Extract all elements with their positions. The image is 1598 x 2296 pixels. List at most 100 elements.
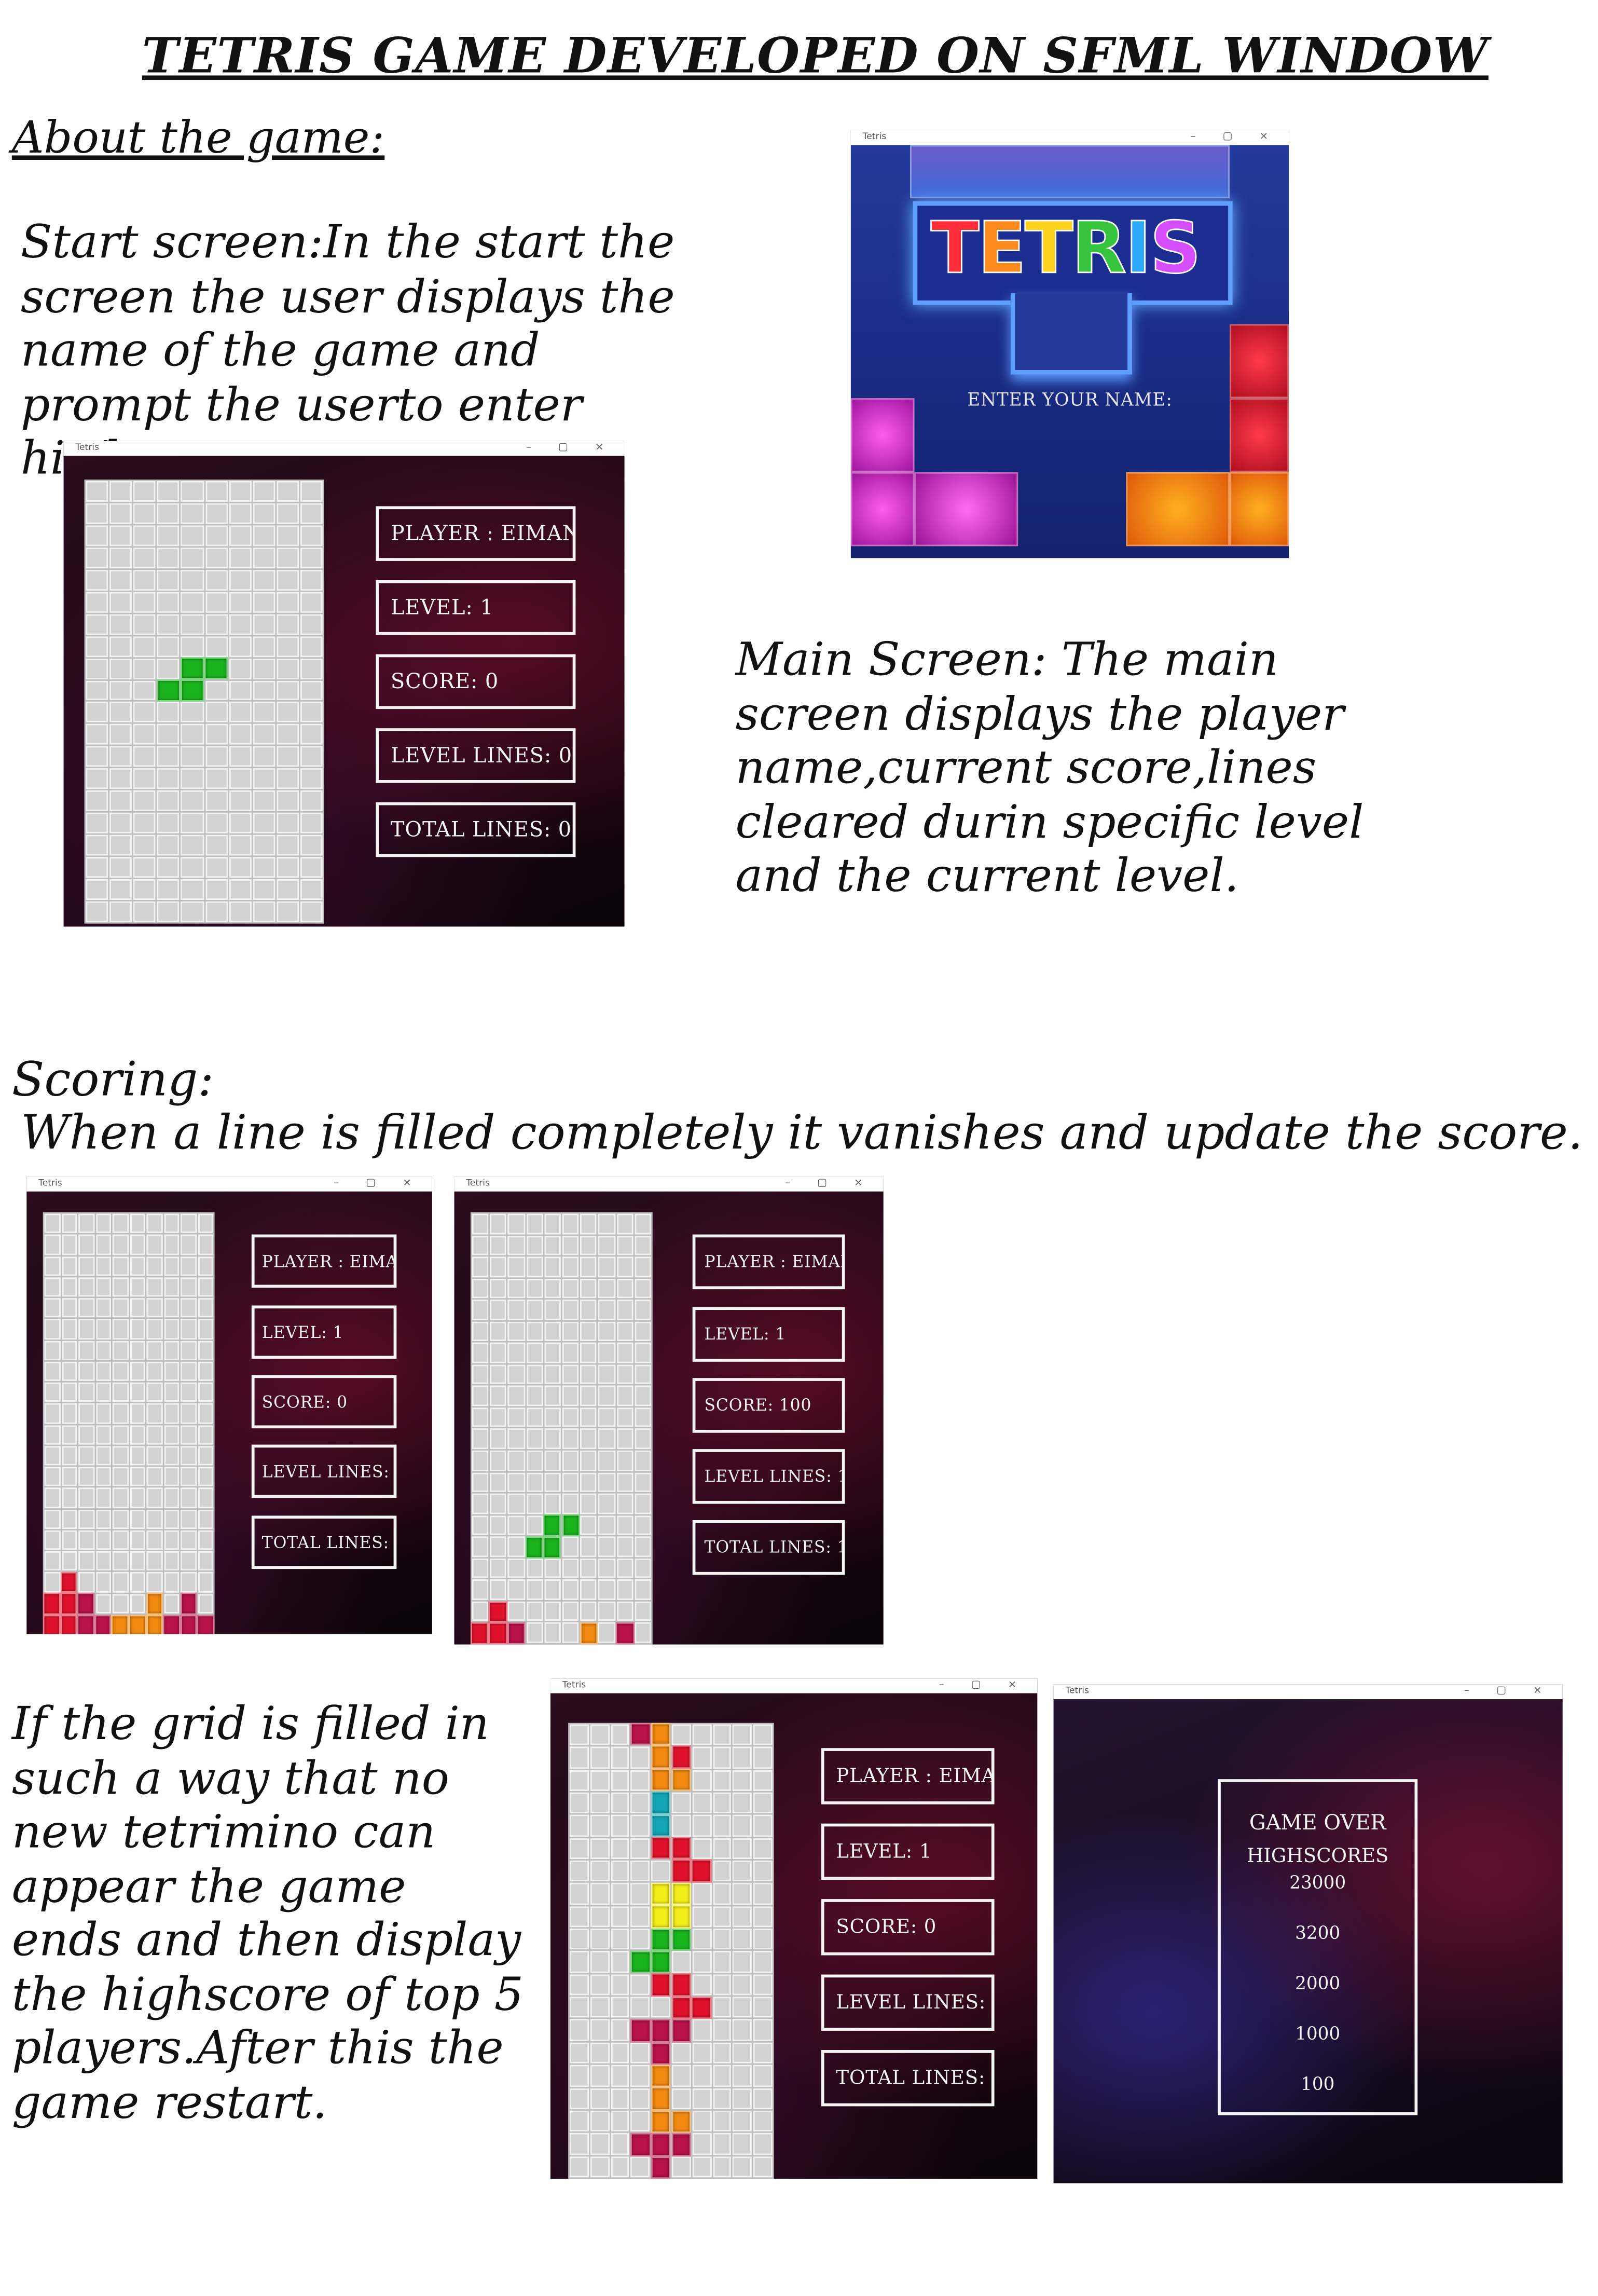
- grid-cell: [133, 547, 156, 568]
- grid-cell: [86, 790, 108, 812]
- grid-cell: [631, 2042, 650, 2064]
- grid-cell: [181, 702, 204, 723]
- window-title: Tetris: [38, 1178, 62, 1189]
- grid-cell: [205, 569, 228, 591]
- grid-cell: [753, 1951, 773, 1973]
- grid-cell: [570, 2156, 589, 2178]
- grid-cell: [78, 1361, 94, 1381]
- grid-cell: [671, 1724, 691, 1746]
- grid-cell: [86, 813, 108, 834]
- tetromino-block: [580, 1622, 598, 1645]
- grid-cell: [180, 1487, 196, 1508]
- grid-cell: [181, 813, 204, 834]
- grid-cell: [562, 1321, 579, 1342]
- scoring-description: When a line is filled completely it vani…: [20, 1104, 1583, 1160]
- grid-cell: [526, 1321, 543, 1342]
- grid-cell: [181, 746, 204, 768]
- grid-cell: [580, 1235, 597, 1255]
- grid-cell: [570, 2133, 589, 2155]
- grid-cell: [610, 2133, 630, 2155]
- tetromino-block: [671, 2019, 692, 2042]
- grid-cell: [205, 835, 228, 856]
- grid-cell: [616, 1536, 633, 1557]
- grid-cell: [157, 724, 180, 745]
- window-controls[interactable]: – ▢ ×: [334, 1177, 423, 1188]
- grid-cell: [526, 1300, 543, 1320]
- grid-cell: [252, 569, 275, 591]
- grid-cell: [205, 879, 228, 900]
- grid-cell: [490, 1558, 507, 1579]
- grid-cell: [205, 547, 228, 568]
- grid-cell: [180, 1255, 196, 1276]
- grid-cell: [508, 1493, 525, 1514]
- tetromino-block: [650, 1882, 671, 1906]
- grid-cell: [490, 1429, 507, 1450]
- grid-cell: [157, 658, 180, 679]
- grid-cell: [570, 1770, 589, 1792]
- grid-cell: [157, 591, 180, 612]
- tetromino-block: [470, 1622, 489, 1645]
- grid-cell: [86, 481, 108, 502]
- grid-cell: [692, 1974, 711, 1996]
- grid-cell: [472, 1451, 489, 1471]
- grid-cell: [300, 879, 323, 900]
- grid-cell: [129, 1530, 145, 1550]
- grid-cell: [598, 1558, 615, 1579]
- grid-cell: [590, 2087, 609, 2109]
- grid-cell: [78, 1403, 94, 1424]
- grid-cell: [197, 1487, 213, 1508]
- grid-cell: [712, 2133, 732, 2155]
- grid-cell: [610, 1951, 630, 1973]
- grid-cell: [753, 1997, 773, 2018]
- grid-cell: [570, 1997, 589, 2018]
- grid-cell: [86, 702, 108, 723]
- grid-cell: [112, 1445, 128, 1466]
- tetromino-block: [650, 2133, 671, 2156]
- grid-cell: [109, 613, 132, 635]
- window-controls[interactable]: – ▢ ×: [785, 1177, 874, 1188]
- grid-cell: [197, 1572, 213, 1592]
- tetromino-block: [630, 2019, 651, 2042]
- window-controls[interactable]: – ▢ ×: [1464, 1685, 1553, 1697]
- grid-cell: [490, 1451, 507, 1471]
- grid-cell: [590, 2110, 609, 2132]
- grid-cell: [86, 857, 108, 878]
- grid-cell: [692, 1929, 711, 1950]
- grid-cell: [197, 1361, 213, 1381]
- grid-cell: [112, 1530, 128, 1550]
- grid-cell: [508, 1386, 525, 1406]
- grid-cell: [472, 1536, 489, 1557]
- grid-cell: [109, 547, 132, 568]
- grid-cell: [631, 2087, 650, 2109]
- tetromino-block: [630, 1723, 651, 1746]
- grid-cell: [712, 1792, 732, 1814]
- window-controls[interactable]: – ▢ ×: [526, 441, 615, 453]
- grid-cell: [95, 1255, 111, 1276]
- grid-cell: [95, 1445, 111, 1466]
- grid-cell: [712, 1883, 732, 1905]
- grid-cell: [300, 835, 323, 856]
- grid-cell: [733, 1838, 752, 1860]
- window-controls[interactable]: – ▢ ×: [1191, 130, 1280, 142]
- window-controls[interactable]: – ▢ ×: [939, 1678, 1028, 1690]
- grid-cell: [129, 1277, 145, 1297]
- grid-cell: [112, 1298, 128, 1318]
- grid-cell: [508, 1300, 525, 1320]
- grid-cell: [562, 1364, 579, 1385]
- grid-cell: [146, 1235, 162, 1255]
- grid-cell: [95, 1551, 111, 1571]
- grid-cell: [44, 1235, 60, 1255]
- logo-stem: [1010, 293, 1132, 375]
- grid-cell: [631, 1974, 650, 1996]
- grid-cell: [146, 1361, 162, 1381]
- grid-cell: [157, 547, 180, 568]
- grid-cell: [562, 1493, 579, 1514]
- grid-cell: [197, 1551, 213, 1571]
- grid-cell: [276, 613, 299, 635]
- grid-cell: [61, 1551, 77, 1571]
- grid-cell: [733, 2042, 752, 2064]
- grid-cell: [634, 1515, 651, 1536]
- grid-cell: [526, 1493, 543, 1514]
- tetromino-block: [204, 657, 228, 680]
- scoring-before-window: Tetris – ▢ × PLAYER : EIMAN LEVEL: 1 SCO…: [26, 1177, 432, 1634]
